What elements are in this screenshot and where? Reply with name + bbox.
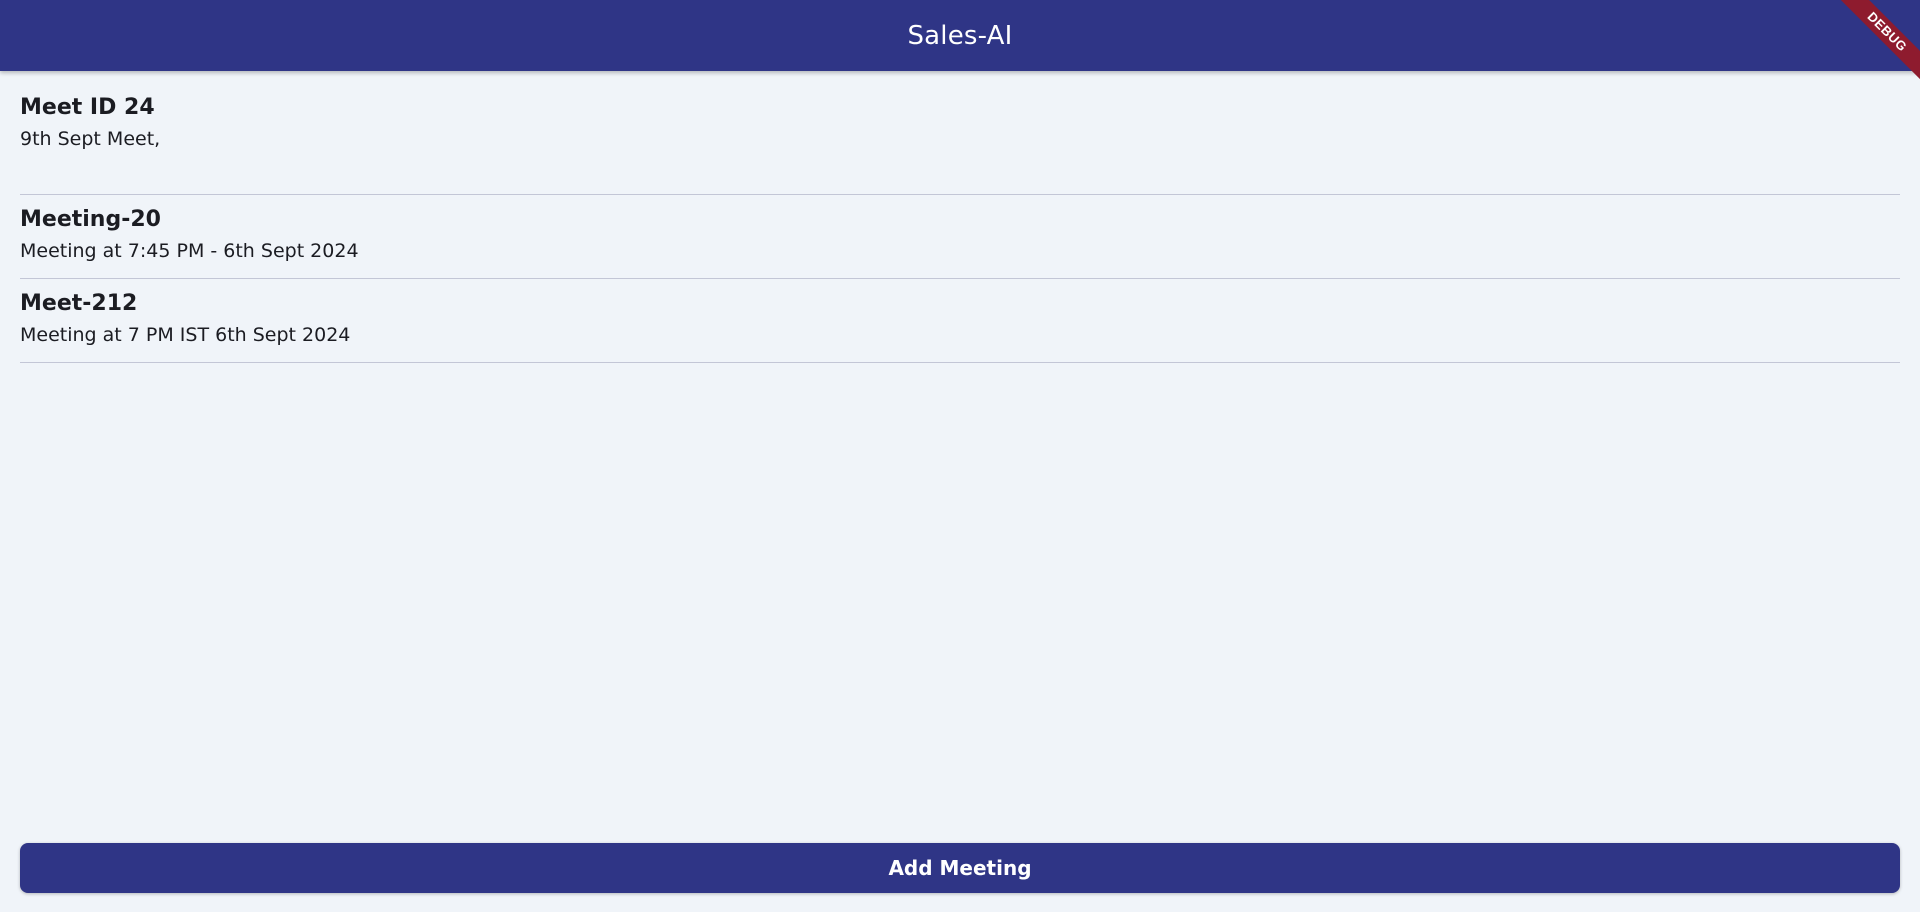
meeting-title: Meet ID 24 [20,95,155,120]
app-root: Sales-AI DEBUG Meet ID 24 9th Sept Meet,… [0,0,1920,912]
meeting-subtitle: Meeting at 7:45 PM - 6th Sept 2024 [20,240,359,262]
meeting-item-meeting-20[interactable]: Meeting-20 Meeting at 7:45 PM - 6th Sept… [20,195,1900,279]
meeting-subtitle: Meeting at 7 PM IST 6th Sept 2024 [20,324,351,346]
app-title: Sales-AI [907,20,1013,51]
meeting-subtitle: 9th Sept Meet, [20,128,161,150]
meeting-list: Meet ID 24 9th Sept Meet, Meeting-20 Mee… [20,71,1900,363]
add-meeting-button[interactable]: Add Meeting [20,843,1900,893]
meeting-title: Meet-212 [20,291,138,316]
meeting-item-meet-id-24[interactable]: Meet ID 24 9th Sept Meet, [20,71,1900,195]
meeting-title: Meeting-20 [20,207,161,232]
meeting-item-meet-212[interactable]: Meet-212 Meeting at 7 PM IST 6th Sept 20… [20,279,1900,363]
app-bar: Sales-AI [0,0,1920,71]
